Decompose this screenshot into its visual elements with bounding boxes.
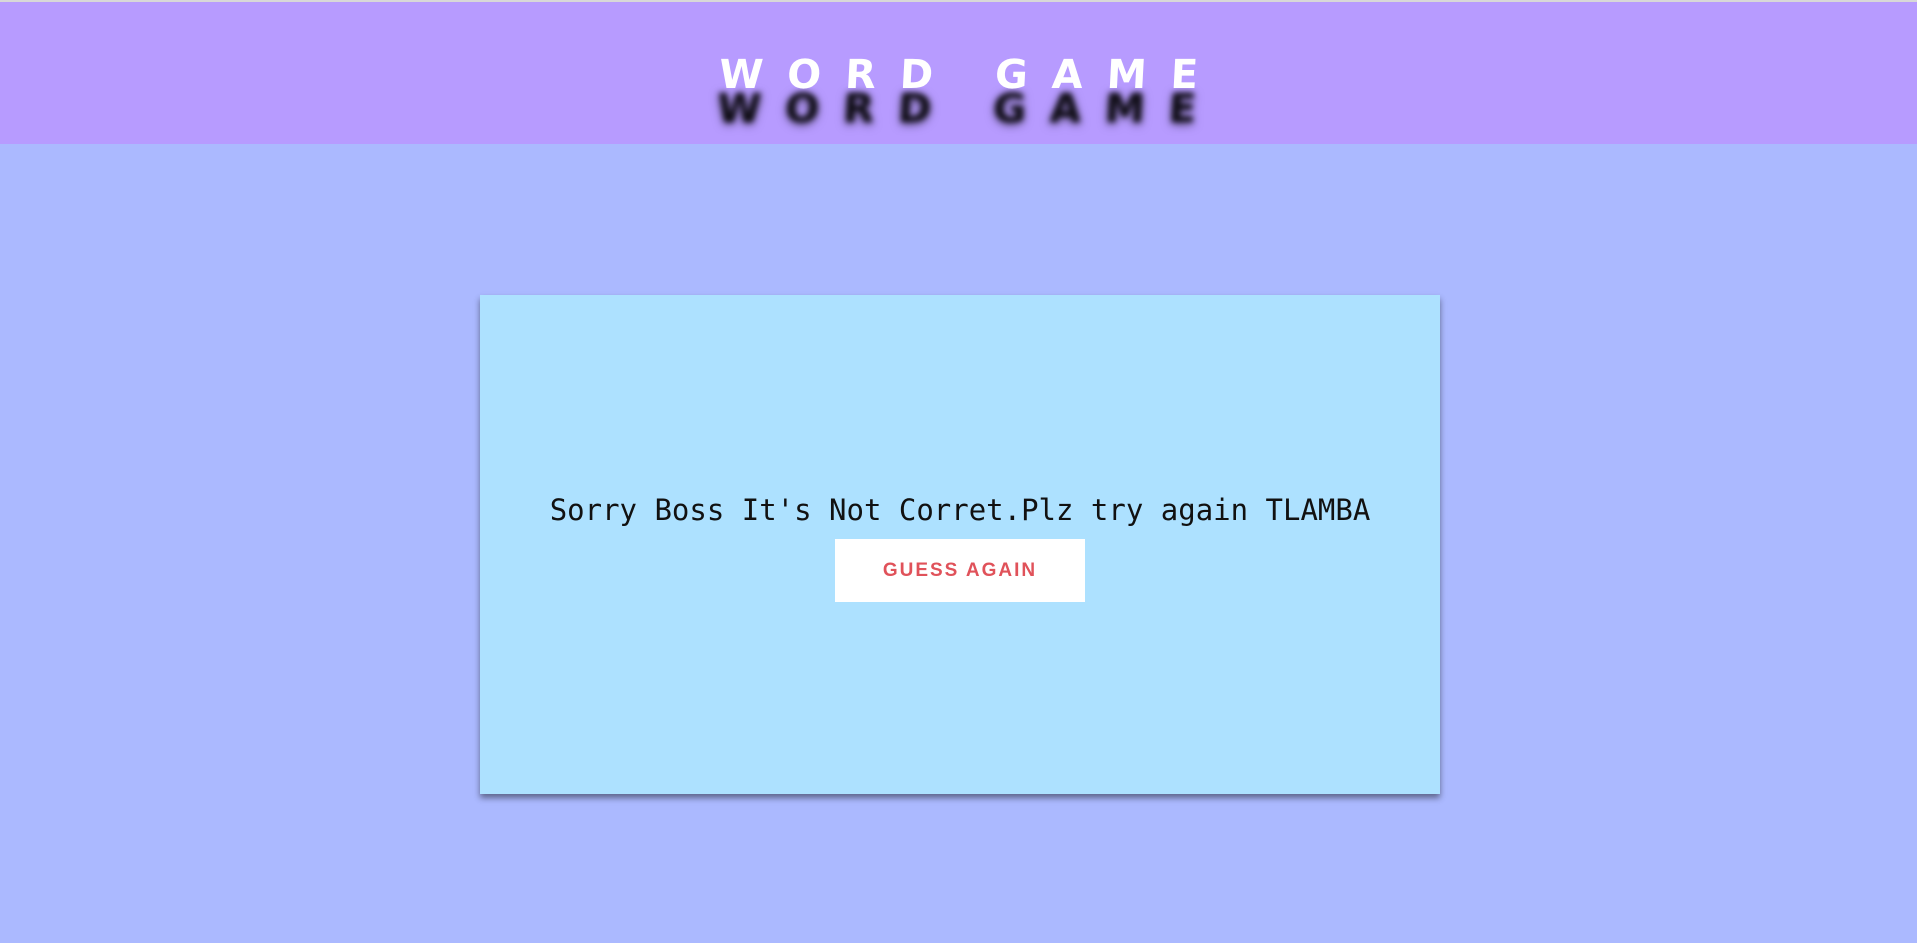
page-title: WORD GAME xyxy=(717,52,1224,98)
guess-again-button[interactable]: GUESS AGAIN xyxy=(835,539,1085,602)
result-message: Sorry Boss It's Not Corret.Plz try again… xyxy=(549,493,1371,527)
page-header: WORD GAME xyxy=(0,2,1917,144)
result-card: Sorry Boss It's Not Corret.Plz try again… xyxy=(480,295,1440,794)
title-wrap: WORD GAME xyxy=(0,52,1917,98)
